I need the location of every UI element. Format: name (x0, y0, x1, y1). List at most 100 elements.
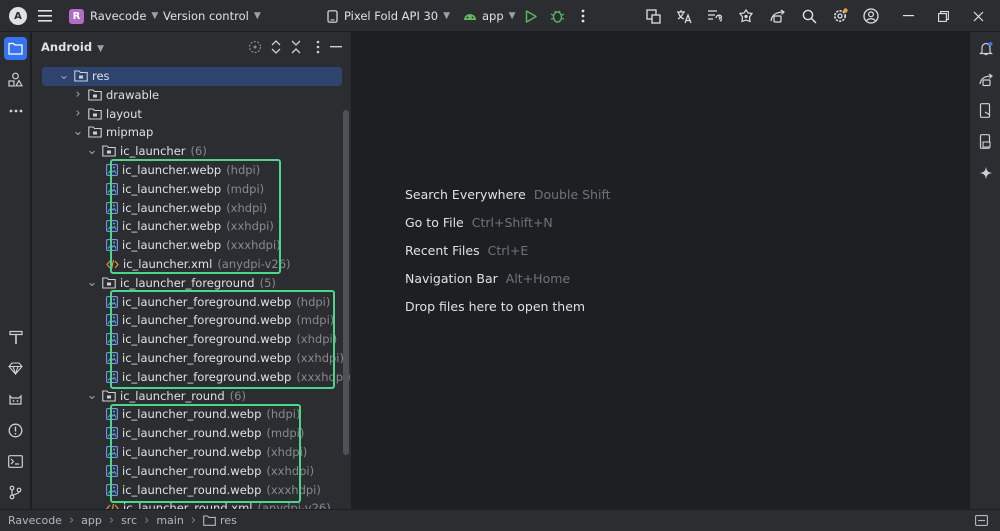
hint-go-to-file: Go to File Ctrl+Shift+N (405, 215, 553, 230)
minimize-window-icon[interactable] (903, 0, 914, 32)
project-selector[interactable]: R Ravecode ▼ (69, 0, 158, 32)
breadcrumb-item[interactable]: res (220, 514, 237, 527)
ai-sparkle-icon[interactable] (974, 161, 997, 184)
chevron-down-icon[interactable]: ⌄ (86, 389, 98, 402)
folder-icon (88, 89, 102, 101)
run-config-selector[interactable]: app ▼ (463, 0, 516, 32)
breadcrumb-separator-icon: › (108, 513, 115, 528)
run-button[interactable] (525, 0, 537, 32)
tree-folder-row[interactable]: › drawable (32, 85, 351, 104)
more-tool-windows-icon[interactable] (4, 99, 27, 122)
breadcrumb-item[interactable]: src (121, 514, 137, 527)
chevron-down-icon: ▼ (253, 11, 261, 21)
tree-node-label: res (92, 69, 110, 83)
breadcrumb: Ravecode › app › src › main › res (8, 513, 237, 528)
tree-folder-row[interactable]: ⌄ ic_launcher (6) (32, 142, 351, 161)
terminal-icon[interactable] (4, 450, 27, 473)
restore-window-icon[interactable] (938, 0, 949, 32)
build-variants-icon[interactable] (646, 0, 661, 32)
sync-gradle-icon[interactable] (707, 0, 722, 32)
chevron-down-icon: ▼ (97, 44, 104, 54)
chevron-down-icon[interactable]: ⌄ (86, 276, 98, 289)
device-manager-icon[interactable] (974, 130, 997, 153)
notifications-bell-icon[interactable] (974, 37, 997, 60)
hint-recent-files: Recent Files Ctrl+E (405, 243, 529, 258)
highlight-box-ic-launcher (110, 159, 281, 274)
right-tool-stripe (969, 32, 1000, 509)
close-window-icon[interactable] (973, 0, 984, 32)
more-actions-icon[interactable] (581, 0, 585, 32)
project-tool-folder-icon[interactable] (4, 37, 27, 60)
folder-icon (88, 126, 102, 138)
folder-icon (74, 70, 88, 82)
app-quality-icon[interactable] (738, 0, 754, 32)
version-control-icon[interactable] (4, 481, 27, 504)
expand-all-icon[interactable] (269, 40, 283, 54)
project-name: Ravecode (90, 9, 147, 23)
chevron-down-icon: ▼ (443, 11, 451, 21)
chevron-down-icon[interactable]: ⌄ (72, 125, 84, 138)
hint-search-everywhere: Search Everywhere Double Shift (405, 187, 611, 202)
breadcrumb-item[interactable]: Ravecode (8, 514, 62, 527)
select-opened-file-icon[interactable] (248, 40, 262, 54)
device-label: Pixel Fold API 30 (344, 9, 439, 23)
tree-node-label: ic_launcher_foreground (120, 275, 255, 290)
debug-button[interactable] (550, 0, 565, 32)
main-menu-icon[interactable] (38, 0, 52, 32)
gem-icon[interactable] (4, 357, 27, 380)
tree-folder-row[interactable]: › layout (32, 104, 351, 123)
app-logo-icon[interactable]: A (9, 0, 27, 32)
device-mirror-icon[interactable] (769, 0, 786, 32)
logcat-icon[interactable] (4, 388, 27, 411)
status-bar: Ravecode › app › src › main › res (0, 509, 1000, 531)
collapse-all-icon[interactable] (289, 40, 303, 54)
gemini-assistant-icon[interactable] (974, 68, 997, 91)
folder-icon (102, 277, 116, 289)
tree-node-label: mipmap (106, 125, 154, 140)
vcs-label: Version control (163, 9, 249, 23)
search-icon[interactable] (802, 0, 817, 32)
tree-node-label: drawable (106, 87, 160, 102)
tree-node-label: ic_launcher (120, 144, 186, 159)
tree-folder-row[interactable]: ⌄ res (42, 66, 342, 86)
build-hammer-icon[interactable] (4, 326, 27, 349)
chevron-down-icon[interactable]: ⌄ (86, 144, 98, 157)
options-menu-icon[interactable] (311, 40, 325, 54)
editor-empty-area[interactable]: Search Everywhere Double Shift Go to File… (353, 32, 969, 509)
problems-icon[interactable] (4, 419, 27, 442)
settings-gear-icon[interactable] (832, 0, 848, 32)
account-icon[interactable] (863, 0, 879, 32)
breadcrumb-separator-icon: › (190, 513, 197, 528)
resource-manager-icon[interactable] (4, 68, 27, 91)
breadcrumb-item[interactable]: app (81, 514, 102, 527)
breadcrumb-item[interactable]: main (156, 514, 183, 527)
running-devices-icon[interactable] (974, 99, 997, 122)
project-view-selector[interactable]: Android ▼ (41, 40, 104, 54)
folder-icon (102, 145, 116, 157)
tree-node-count: (5) (259, 275, 276, 290)
highlight-box-ic-launcher-round (110, 404, 301, 503)
title-bar: A R Ravecode ▼ Version control ▼ Pixel F… (0, 0, 1000, 32)
folder-icon (102, 390, 116, 402)
breadcrumb-separator-icon: › (68, 513, 75, 528)
project-view-label: Android (41, 40, 93, 54)
chevron-right-icon[interactable]: › (72, 88, 84, 101)
hide-panel-icon[interactable] (329, 40, 343, 54)
breadcrumb-separator-icon: › (144, 513, 150, 528)
status-widget-icon[interactable] (975, 515, 988, 526)
chevron-right-icon[interactable]: › (72, 107, 84, 120)
tree-node-label: ic_launcher_round (120, 388, 225, 403)
tree-folder-row[interactable]: ⌄ mipmap (32, 123, 351, 142)
folder-icon (203, 515, 216, 526)
tree-node-label: layout (106, 106, 142, 121)
folder-icon (88, 108, 102, 120)
tree-node-count: (6) (229, 388, 246, 403)
chevron-down-icon[interactable]: ⌄ (58, 69, 70, 82)
vcs-selector[interactable]: Version control ▼ (163, 0, 261, 32)
hint-navigation-bar: Navigation Bar Alt+Home (405, 271, 571, 286)
device-selector[interactable]: Pixel Fold API 30 ▼ (327, 0, 450, 32)
project-tool-window: Android ▼ ⌄ res › drawable › layout ⌄ mipmap ⌄ ic_… (32, 32, 352, 509)
translate-icon[interactable] (676, 0, 692, 32)
project-tree-scrollbar[interactable] (343, 110, 349, 455)
chevron-down-icon: ▼ (151, 11, 159, 21)
